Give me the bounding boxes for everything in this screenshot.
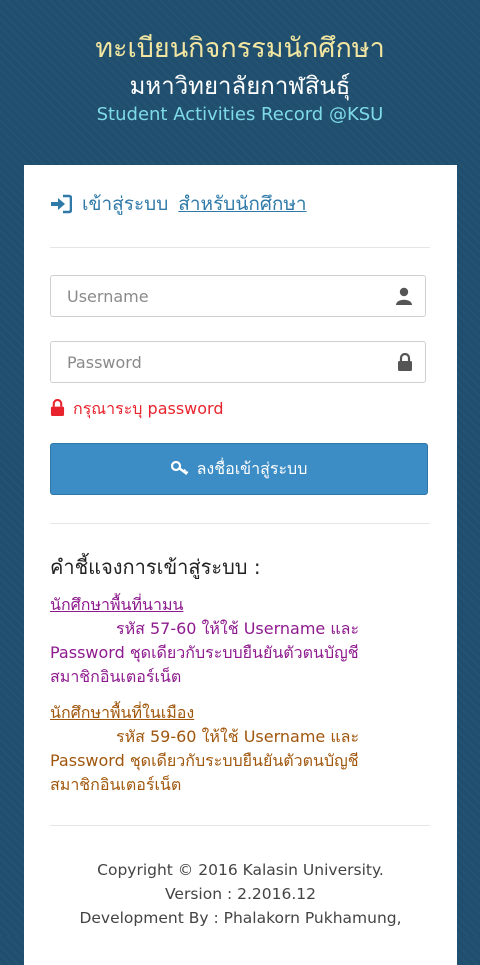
- instruction-line: รหัส 57-60 ให้ใช้ Username และ: [116, 619, 360, 638]
- university-name: มหาวิทยาลัยกาฬสินธุ์: [129, 72, 351, 100]
- login-heading: เข้าสู่ระบบ สำหรับนักศึกษา: [50, 189, 307, 219]
- username-field[interactable]: [50, 275, 426, 317]
- login-button-label: ลงชื่อเข้าสู่ระบบ: [196, 458, 308, 478]
- instruction-heading: นักศึกษาพื้นที่นามน: [50, 595, 184, 614]
- version-text: Version : 2.2016.12: [165, 885, 316, 903]
- divider: [50, 825, 430, 826]
- system-title: ทะเบียนกิจกรรมนักศึกษา: [95, 33, 385, 64]
- sign-in-icon: [50, 194, 72, 214]
- login-card: เข้าสู่ระบบ สำหรับนักศึกษา กรุณ: [24, 165, 457, 965]
- instruction-line: สมาชิกอินเตอร์เน็ต: [50, 775, 182, 794]
- instruction-heading: นักศึกษาพื้นที่ในเมือง: [50, 703, 195, 722]
- user-icon: [395, 287, 413, 309]
- password-input[interactable]: [51, 342, 387, 382]
- developer-text: Development By : Phalakorn Pukhamung,: [79, 909, 402, 927]
- divider: [50, 523, 430, 524]
- key-icon: [170, 460, 189, 479]
- instruction-line: Password ชุดเดียวกับระบบยืนยันตัวตนบัญชี: [50, 751, 359, 770]
- divider: [50, 247, 430, 248]
- instructions-title: คำชี้แจงการเข้าสู่ระบบ :: [50, 555, 261, 579]
- system-subtitle: Student Activities Record @KSU: [96, 104, 384, 125]
- copyright-text: Copyright © 2016 Kalasin University.: [97, 861, 384, 879]
- username-input[interactable]: [51, 276, 387, 316]
- lock-icon: [397, 352, 413, 375]
- password-error: กรุณาระบุ password: [50, 397, 224, 422]
- password-field[interactable]: [50, 341, 426, 383]
- instruction-group-city: นักศึกษาพื้นที่ในเมือง รหัส 59-60 ให้ใช้…: [50, 701, 410, 797]
- instruction-group-namon: นักศึกษาพื้นที่นามน รหัส 57-60 ให้ใช้ Us…: [50, 593, 410, 689]
- footer: Copyright © 2016 Kalasin University. Ver…: [24, 858, 457, 930]
- student-login-link[interactable]: สำหรับนักศึกษา: [178, 189, 306, 219]
- instruction-line: Password ชุดเดียวกับระบบยืนยันตัวตนบัญชี: [50, 643, 359, 662]
- lock-icon: [50, 398, 65, 420]
- login-button[interactable]: ลงชื่อเข้าสู่ระบบ: [50, 443, 428, 495]
- instruction-line: สมาชิกอินเตอร์เน็ต: [50, 667, 182, 686]
- error-message: กรุณาระบุ password: [73, 399, 224, 418]
- login-heading-text: เข้าสู่ระบบ: [82, 193, 169, 215]
- instruction-line: รหัส 59-60 ให้ใช้ Username และ: [116, 727, 360, 746]
